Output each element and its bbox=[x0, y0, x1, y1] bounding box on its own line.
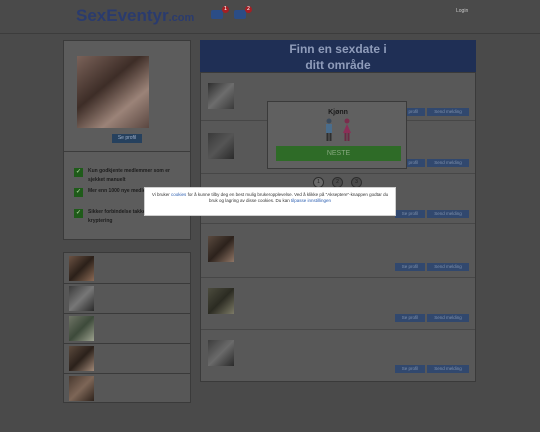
top-navigation-bar: SexEventyr.com 1 2 Login bbox=[0, 0, 540, 34]
cookie-text-start: Vi bruker bbox=[151, 192, 170, 197]
send-message-button[interactable]: Send melding bbox=[427, 365, 469, 373]
view-profile-button[interactable]: Se profil bbox=[395, 263, 425, 271]
member-thumbnail[interactable] bbox=[69, 346, 94, 371]
send-message-button[interactable]: Send melding bbox=[427, 108, 469, 116]
member-thumbnail[interactable] bbox=[69, 376, 94, 401]
cookies-link[interactable]: cookies bbox=[171, 192, 186, 197]
users-icon[interactable]: 1 bbox=[211, 6, 229, 19]
view-profile-button[interactable]: Se profil bbox=[112, 134, 142, 143]
view-profile-button[interactable]: Se profil bbox=[395, 210, 425, 218]
profile-photo[interactable] bbox=[77, 56, 149, 128]
view-profile-button[interactable]: Se profil bbox=[395, 365, 425, 373]
member-thumbnail[interactable] bbox=[208, 288, 234, 314]
site-logo[interactable]: SexEventyr.com bbox=[76, 6, 194, 26]
messages-badge: 2 bbox=[245, 6, 252, 13]
page-title: Finn en sexdate i ditt område bbox=[200, 40, 476, 72]
member-thumbnail[interactable] bbox=[208, 133, 234, 159]
logo-main-text: SexEventyr bbox=[76, 6, 169, 25]
view-profile-button[interactable]: Se profil bbox=[395, 314, 425, 322]
sidebar-member-list bbox=[63, 252, 191, 403]
divider bbox=[201, 277, 475, 278]
cookie-settings-link[interactable]: tilpasse innstillingen bbox=[291, 198, 331, 203]
send-message-button[interactable]: Send melding bbox=[427, 314, 469, 322]
gender-title: Kjønn bbox=[328, 109, 348, 116]
member-thumbnail[interactable] bbox=[208, 236, 234, 262]
next-button[interactable]: NESTE bbox=[276, 146, 401, 161]
users-badge: 1 bbox=[222, 6, 229, 13]
checkmark-icon: ✓ bbox=[74, 188, 83, 197]
title-line-1: Finn en sexdate i bbox=[289, 42, 387, 56]
divider bbox=[64, 283, 190, 284]
member-thumbnail[interactable] bbox=[208, 83, 234, 109]
member-thumbnail[interactable] bbox=[208, 340, 234, 366]
member-thumbnail[interactable] bbox=[69, 256, 94, 281]
messages-icon[interactable]: 2 bbox=[234, 6, 252, 19]
feature-text: Kun godkjente medlemmer som er sjekket m… bbox=[88, 168, 170, 183]
gender-selection-modal: Kjønn NESTE bbox=[267, 101, 407, 169]
member-thumbnail[interactable] bbox=[69, 316, 94, 341]
divider bbox=[64, 151, 190, 152]
login-link[interactable]: Login bbox=[456, 8, 468, 14]
cookie-consent-banner: Vi bruker cookies for å kunne tilby deg … bbox=[144, 187, 396, 216]
title-line-2: ditt område bbox=[305, 58, 371, 72]
cookie-text-middle: for å kunne tilby deg en best mulig bruk… bbox=[187, 192, 389, 203]
divider bbox=[64, 373, 190, 374]
divider bbox=[64, 343, 190, 344]
logo-domain-text: .com bbox=[168, 12, 195, 24]
divider bbox=[201, 173, 475, 174]
member-thumbnail[interactable] bbox=[69, 286, 94, 311]
send-message-button[interactable]: Send melding bbox=[427, 210, 469, 218]
send-message-button[interactable]: Send melding bbox=[427, 159, 469, 167]
feature-item: ✓ Kun godkjente medlemmer som er sjekket… bbox=[74, 167, 184, 185]
female-icon[interactable] bbox=[342, 118, 352, 142]
divider bbox=[201, 329, 475, 330]
checkmark-icon: ✓ bbox=[74, 209, 83, 218]
send-message-button[interactable]: Send melding bbox=[427, 263, 469, 271]
divider bbox=[64, 313, 190, 314]
divider bbox=[201, 223, 475, 224]
male-icon[interactable] bbox=[324, 118, 334, 142]
checkmark-icon: ✓ bbox=[74, 168, 83, 177]
